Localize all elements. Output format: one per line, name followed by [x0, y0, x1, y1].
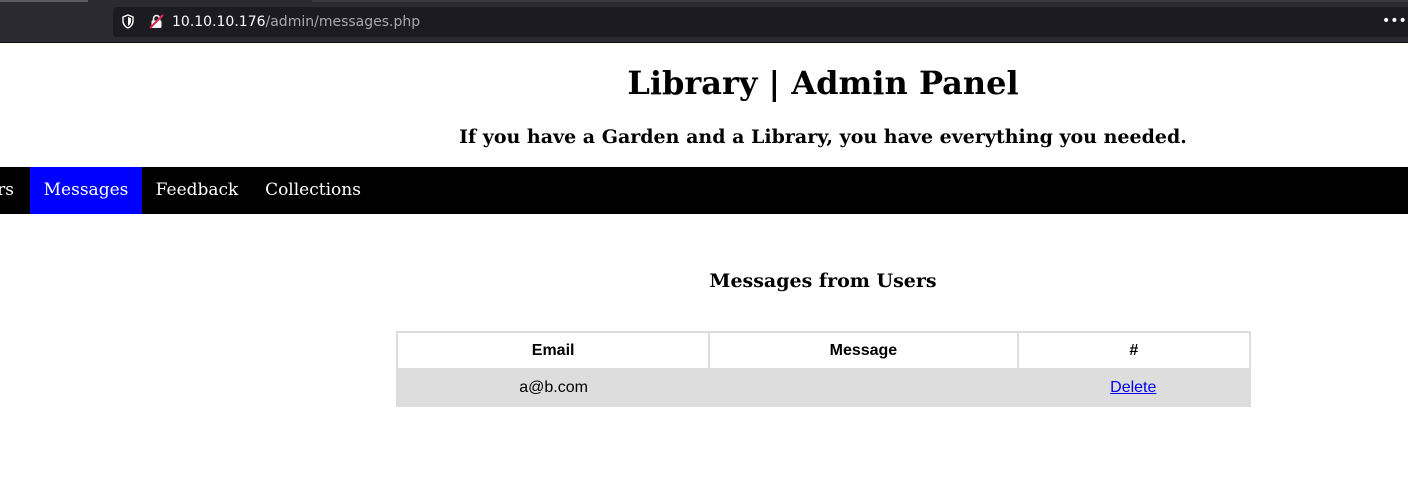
page-tagline: If you have a Garden and a Library, you …: [459, 126, 1187, 148]
delete-link[interactable]: Delete: [1110, 379, 1156, 396]
section-heading: Messages from Users: [709, 270, 937, 292]
column-header-email: Email: [395, 331, 711, 370]
cell-email: a@b.com: [397, 369, 710, 406]
nav-item-messages[interactable]: Messages: [30, 167, 142, 214]
nav-item-collections[interactable]: Collections: [252, 167, 374, 214]
nav-item-users[interactable]: rs: [0, 167, 30, 214]
insecure-lock-icon[interactable]: [149, 14, 164, 29]
page-title: Library | Admin Panel: [627, 64, 1019, 102]
cell-message: [709, 369, 1018, 406]
table-header-row: Email Message #: [395, 331, 1252, 370]
main-navbar: rs Messages Feedback Collections: [0, 167, 1408, 214]
column-header-message: Message: [708, 331, 1019, 370]
url-host: 10.10.10.176: [172, 14, 266, 30]
ellipsis-icon[interactable]: •••: [1382, 11, 1407, 31]
url-text[interactable]: 10.10.10.176/admin/messages.php: [172, 13, 420, 31]
cell-action: Delete: [1017, 369, 1250, 406]
nav-item-feedback[interactable]: Feedback: [142, 167, 252, 214]
browser-toolbar: 10.10.10.176/admin/messages.php •••: [0, 0, 1408, 43]
shield-icon[interactable]: [122, 14, 134, 29]
table-row: a@b.com Delete: [397, 369, 1250, 406]
column-header-action: #: [1016, 331, 1252, 370]
messages-table: Email Message # a@b.com Delete: [395, 331, 1252, 407]
url-path: /admin/messages.php: [265, 14, 421, 30]
active-tab-indicator: [0, 0, 88, 2]
tab-strip: [312, 0, 1408, 2]
